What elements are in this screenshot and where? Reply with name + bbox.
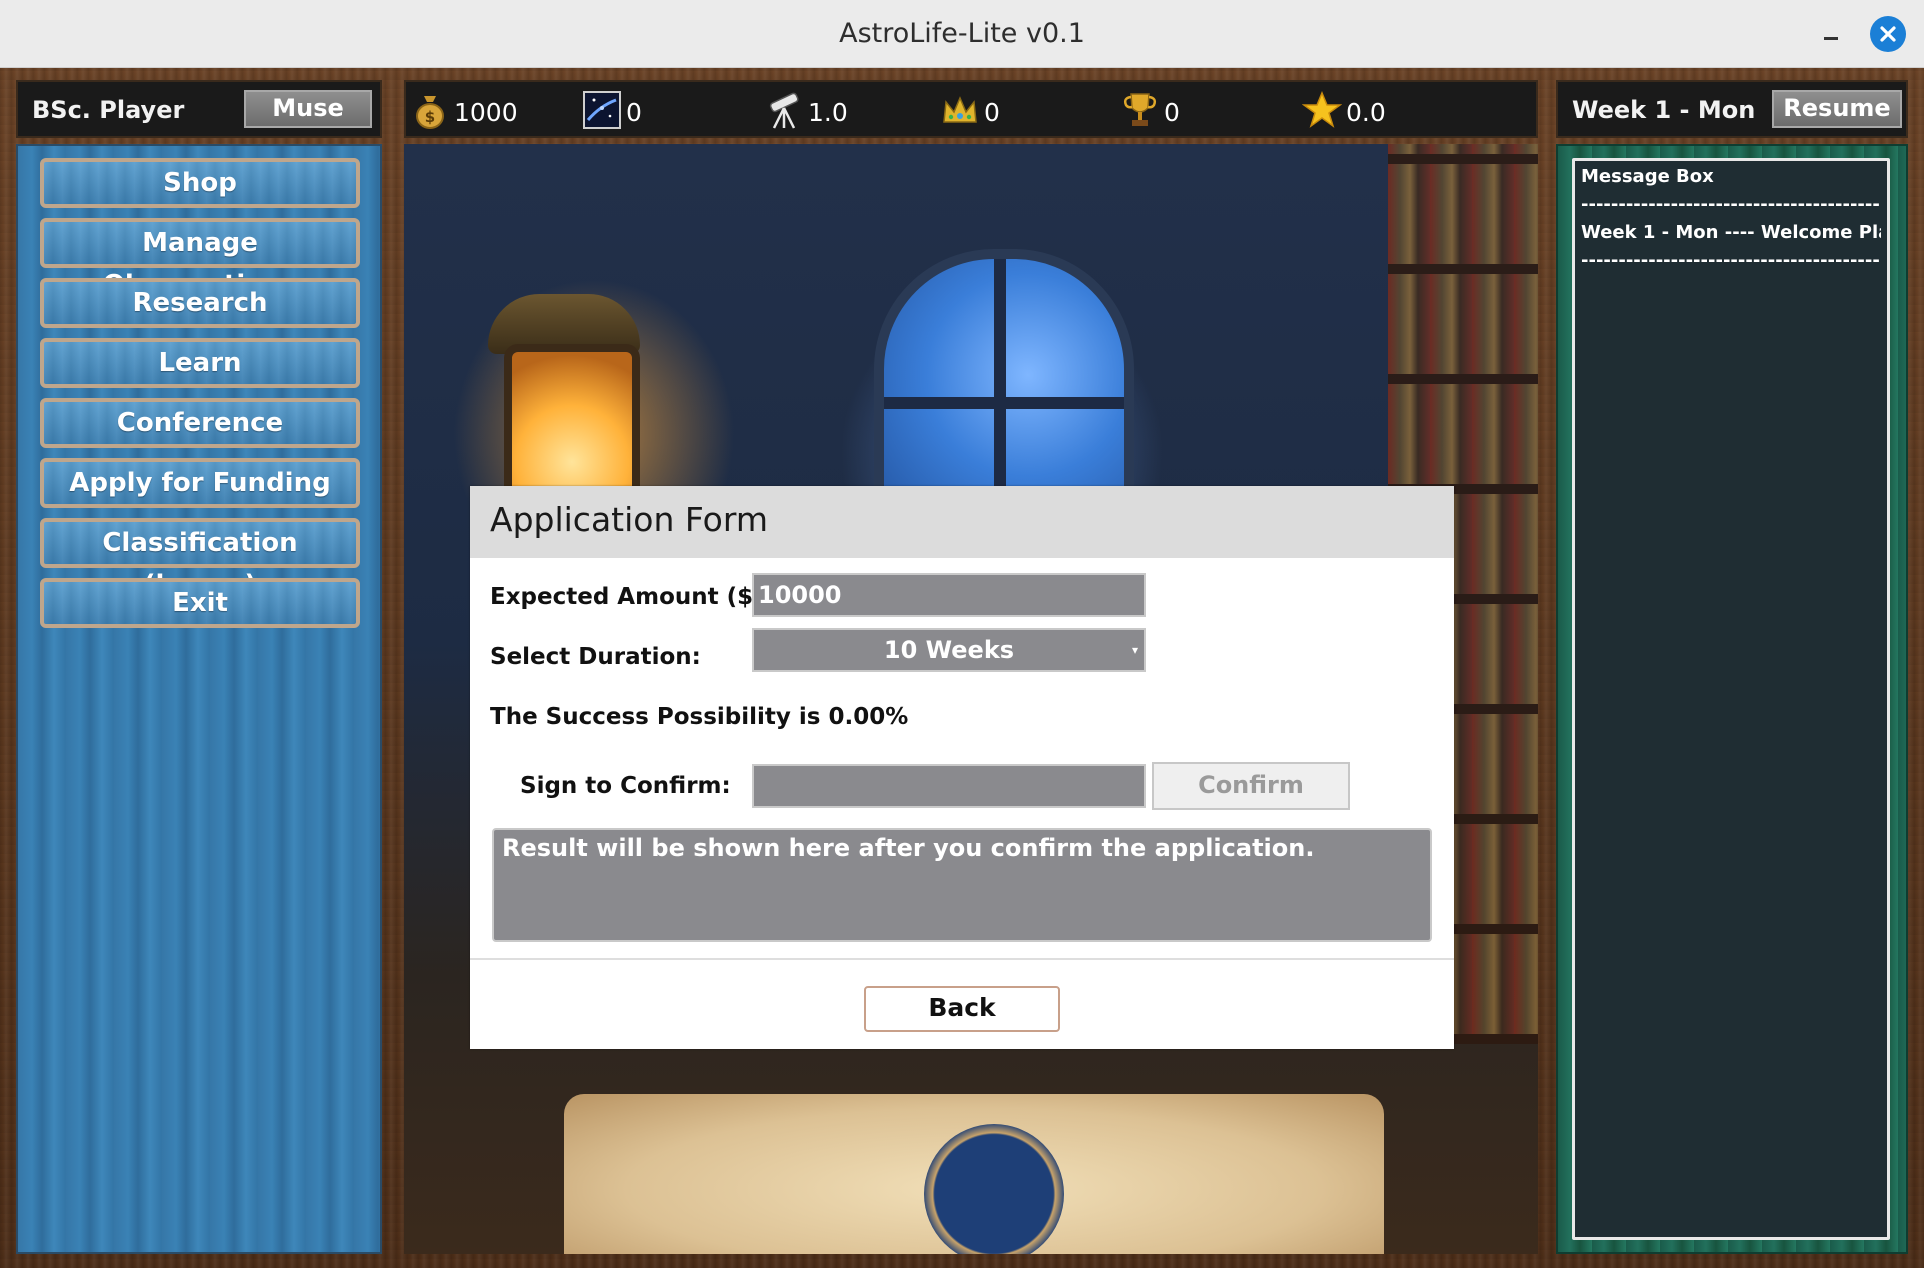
stat-trophy-value: 0: [1164, 98, 1180, 127]
nav-learn-button[interactable]: Learn: [40, 338, 360, 388]
nav-shop-button[interactable]: Shop: [40, 158, 360, 208]
nav-research-button[interactable]: Research: [40, 278, 360, 328]
current-week: Week 1 - Mon: [1572, 96, 1756, 124]
player-bar: BSc. Player Muse: [16, 80, 382, 138]
close-icon: [1880, 26, 1896, 42]
duration-selected-value: 10 Weeks: [883, 636, 1015, 664]
money-bag-icon: $: [416, 96, 444, 129]
galaxy-image-icon: [583, 91, 621, 129]
dialog-title: Application Form: [490, 500, 769, 539]
message-line: Week 1 - Mon ---- Welcome Player!: [1581, 222, 1881, 243]
game-frame: BSc. Player Muse $ 1000 0 1.0 0 0 0.0 We…: [0, 68, 1924, 1268]
crown-icon: [943, 96, 977, 123]
duration-select[interactable]: 10 Weeks ▾: [752, 628, 1146, 672]
nav-conference-button[interactable]: Conference: [40, 398, 360, 448]
svg-text:$: $: [425, 108, 435, 126]
signature-input[interactable]: [752, 764, 1146, 808]
message-line: ----------------------------------------: [1581, 194, 1880, 215]
player-rank: BSc. Player: [32, 96, 185, 124]
close-button[interactable]: [1870, 16, 1906, 52]
expected-amount-input[interactable]: [752, 573, 1146, 617]
star-icon: [1302, 91, 1342, 128]
stat-observations-value: 0: [626, 98, 642, 127]
application-form-dialog: Application Form Expected Amount ($): Se…: [470, 486, 1454, 1049]
main-menu-panel: Shop Manage Observations Research Learn …: [16, 144, 382, 1254]
result-textarea[interactable]: Result will be shown here after you conf…: [492, 828, 1432, 942]
message-box-title: Message Box: [1581, 166, 1714, 187]
message-panel: Message Box ----------------------------…: [1556, 144, 1908, 1254]
muse-button[interactable]: Muse: [244, 90, 372, 128]
sign-label: Sign to Confirm:: [520, 773, 731, 799]
resume-button[interactable]: Resume: [1772, 90, 1902, 128]
stat-money-value: 1000: [454, 98, 518, 127]
stats-bar: $ 1000 0 1.0 0 0 0.0: [404, 80, 1538, 138]
nav-manage-observations-button[interactable]: Manage Observations: [40, 218, 360, 300]
stat-telescope-value: 1.0: [808, 98, 848, 127]
dialog-header: Application Form: [470, 486, 1454, 558]
confirm-button[interactable]: Confirm: [1152, 762, 1350, 810]
duration-label: Select Duration:: [490, 644, 701, 670]
back-button[interactable]: Back: [864, 986, 1060, 1032]
dropdown-caret-icon: ▾: [1131, 643, 1138, 657]
success-possibility-text: The Success Possibility is 0.00%: [490, 704, 909, 730]
window-title: AstroLife-Lite v0.1: [839, 18, 1085, 49]
message-box[interactable]: Message Box ----------------------------…: [1572, 158, 1890, 1240]
dialog-divider: [470, 958, 1454, 960]
title-bar: AstroLife-Lite v0.1: [0, 0, 1924, 68]
nav-exit-button[interactable]: Exit: [40, 578, 360, 628]
stat-crown-value: 0: [984, 98, 1000, 127]
star-chart-map: [564, 1094, 1384, 1254]
nav-apply-funding-button[interactable]: Apply for Funding: [40, 458, 360, 508]
message-line: ----------------------------------------: [1581, 250, 1880, 271]
time-bar: Week 1 - Mon Resume: [1556, 80, 1908, 138]
stat-star-value: 0.0: [1346, 98, 1386, 127]
minimize-button[interactable]: [1820, 28, 1842, 40]
telescope-icon: [769, 92, 799, 129]
nav-classification-button[interactable]: Classification (bonus): [40, 518, 360, 600]
amount-label: Expected Amount ($):: [490, 584, 773, 610]
trophy-icon: [1123, 93, 1157, 126]
